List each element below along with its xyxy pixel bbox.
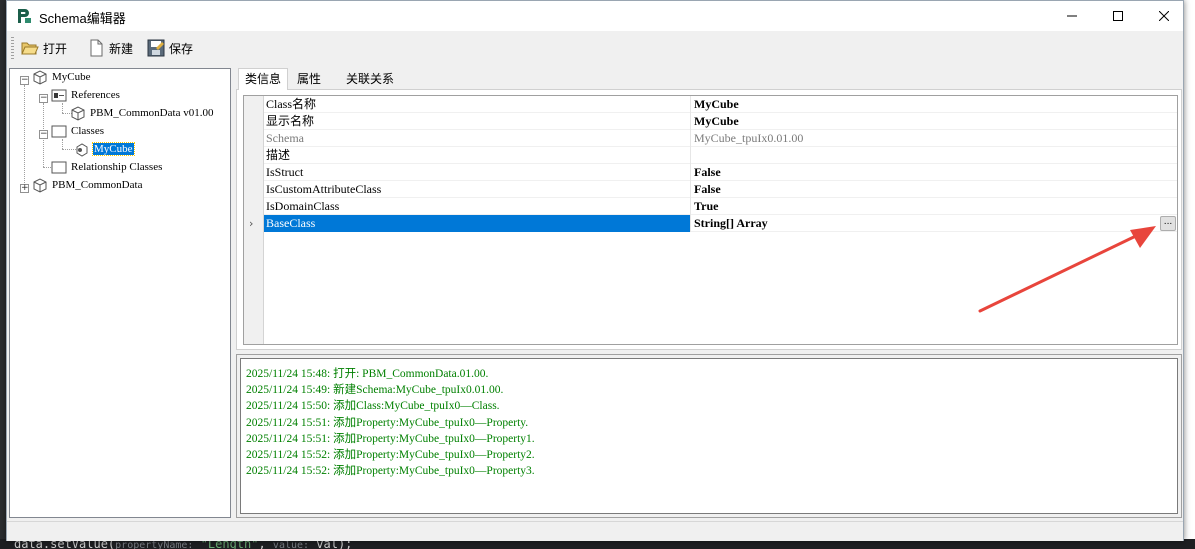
- folder-icon: [51, 161, 67, 174]
- tree-node-mycube-root[interactable]: MyCube: [32, 69, 92, 85]
- prop-row-isstruct[interactable]: IsStruct False: [264, 164, 1177, 181]
- expand-toggle[interactable]: +: [20, 184, 29, 193]
- new-label: 新建: [109, 41, 134, 56]
- save-label: 保存: [169, 41, 194, 56]
- tree-node-reference-item[interactable]: PBM_CommonData v01.00: [70, 105, 214, 121]
- tab-class-info[interactable]: 类信息: [238, 68, 289, 90]
- close-button[interactable]: [1141, 1, 1187, 31]
- window-title: Schema编辑器: [39, 11, 126, 26]
- log-output[interactable]: 2025/11/24 15:48: 打开: PBM_CommonData.01.…: [240, 358, 1178, 514]
- open-button[interactable]: 打开: [21, 37, 67, 59]
- title-bar[interactable]: Schema编辑器: [7, 1, 1183, 31]
- cube-icon: [71, 106, 85, 121]
- prop-row-class-name[interactable]: Class名称 MyCube: [264, 96, 1177, 113]
- log-line: 2025/11/24 15:48: 打开: PBM_CommonData.01.…: [246, 368, 489, 380]
- tab-properties[interactable]: 属性: [291, 69, 328, 89]
- prop-row-display-name[interactable]: 显示名称 MyCube: [264, 113, 1177, 130]
- open-label: 打开: [43, 41, 68, 56]
- close-icon: [1159, 11, 1169, 21]
- chevron-right-icon: ›: [249, 217, 254, 230]
- tree-node-references[interactable]: References: [51, 87, 121, 103]
- tree-node-pbm-commondata[interactable]: PBM_CommonData: [32, 177, 143, 193]
- collapse-toggle[interactable]: −: [39, 130, 48, 139]
- app-logo-icon: [16, 8, 32, 24]
- folder-open-icon: [21, 42, 39, 55]
- cube-icon: [33, 70, 47, 85]
- cube-icon: [33, 178, 47, 193]
- tree-node-class-mycube[interactable]: MyCube: [74, 141, 135, 157]
- prop-row-description[interactable]: 描述: [264, 147, 1177, 164]
- annotation-arrow-icon: [978, 226, 1156, 313]
- log-line: 2025/11/24 15:50: 添加Class:MyCube_tpuIx0—…: [246, 400, 500, 413]
- collapse-toggle[interactable]: −: [20, 76, 29, 85]
- log-line: 2025/11/24 15:51: 添加Property:MyCube_tpuI…: [246, 432, 535, 445]
- background-editor-strip: [1184, 0, 1195, 549]
- minimize-icon: [1067, 15, 1077, 17]
- collapse-toggle[interactable]: −: [39, 94, 48, 103]
- tree-connector: [62, 103, 63, 113]
- tree-connector: [62, 139, 63, 149]
- prop-row-isdomainclass[interactable]: IsDomainClass True: [264, 198, 1177, 215]
- schema-tree[interactable]: − MyCube − References PBM_CommonData v01…: [9, 68, 231, 518]
- log-line: 2025/11/24 15:49: 新建Schema:MyCube_tpuIx0…: [246, 384, 504, 397]
- prop-row-iscustomattributeclass[interactable]: IsCustomAttributeClass False: [264, 181, 1177, 198]
- minimize-button[interactable]: [1049, 1, 1095, 31]
- toolbar: 打开 新建 保存: [7, 31, 1183, 65]
- save-disk-icon: [147, 39, 165, 57]
- log-line: 2025/11/24 15:52: 添加Property:MyCube_tpuI…: [246, 465, 535, 478]
- class-icon: [76, 143, 88, 157]
- maximize-button[interactable]: [1095, 1, 1141, 31]
- log-panel: 2025/11/24 15:48: 打开: PBM_CommonData.01.…: [236, 354, 1182, 518]
- prop-row-schema[interactable]: Schema MyCube_tpuIx0.01.00: [264, 130, 1177, 147]
- folder-icon: [51, 125, 67, 138]
- tree-node-classes[interactable]: Classes: [51, 123, 105, 139]
- new-button[interactable]: 新建: [87, 37, 133, 59]
- ellipsis-button[interactable]: ...: [1160, 216, 1176, 231]
- new-document-icon: [90, 39, 103, 57]
- log-line: 2025/11/24 15:52: 添加Property:MyCube_tpuI…: [246, 448, 535, 461]
- maximize-icon: [1113, 11, 1123, 21]
- toolbar-grip[interactable]: [11, 37, 14, 59]
- log-line: 2025/11/24 15:51: 添加Property:MyCube_tpuI…: [246, 416, 529, 429]
- tree-connector: [24, 85, 25, 189]
- tab-relationships[interactable]: 关联关系: [340, 69, 401, 89]
- save-button[interactable]: 保存: [147, 37, 193, 59]
- status-bar: [7, 521, 1183, 541]
- references-icon: [51, 89, 67, 102]
- tree-node-relationship-classes[interactable]: Relationship Classes: [51, 159, 163, 175]
